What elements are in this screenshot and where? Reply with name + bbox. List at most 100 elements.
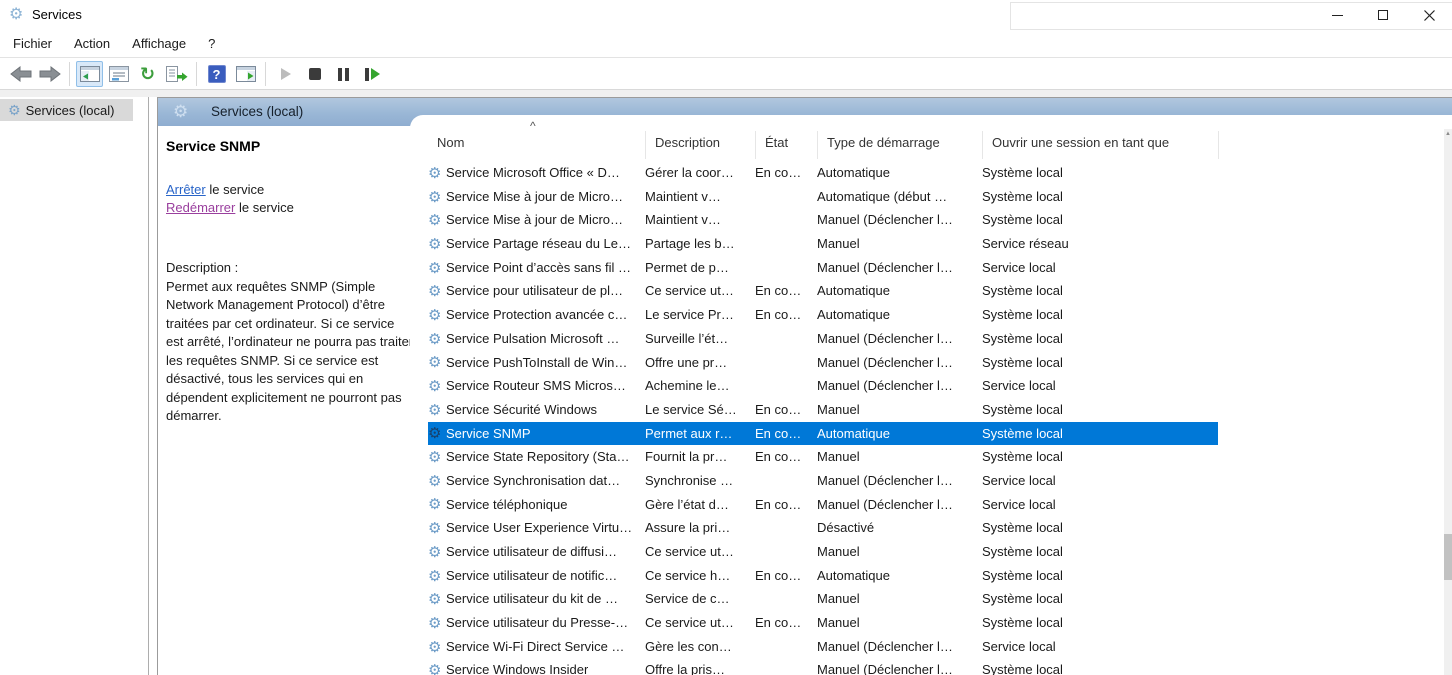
services-gear-icon: ⚙	[173, 102, 188, 122]
service-name: Service utilisateur de notific…	[446, 564, 617, 588]
start-service-icon[interactable]	[272, 61, 299, 87]
menu-fichier[interactable]: Fichier	[2, 32, 63, 55]
table-row[interactable]: ⚙Service utilisateur de notific…Ce servi…	[428, 564, 1218, 588]
table-row[interactable]: ⚙Service Wi-Fi Direct Service …Gère les …	[428, 635, 1218, 659]
tree-item-services-local[interactable]: ⚙Services (local)	[0, 99, 133, 121]
table-row[interactable]: ⚙Service Microsoft Office « D…Gérer la c…	[428, 161, 1218, 185]
service-gear-icon: ⚙	[428, 614, 446, 632]
table-row[interactable]: ⚙Service Synchronisation dat…Synchronise…	[428, 469, 1218, 493]
table-row[interactable]: ⚙Service Mise à jour de Micro…Maintient …	[428, 185, 1218, 209]
service-gear-icon: ⚙	[428, 543, 446, 561]
refresh-icon[interactable]: ↻	[134, 61, 161, 87]
close-button[interactable]	[1406, 0, 1452, 30]
main-panel: ⚙ Services (local) Service SNMP Arrêter …	[157, 97, 1452, 675]
service-gear-icon: ⚙	[428, 164, 446, 182]
service-gear-icon: ⚙	[428, 448, 446, 466]
description-label: Description :	[166, 259, 414, 278]
table-row[interactable]: ⚙Service Protection avancée c…Le service…	[428, 303, 1218, 327]
menu-affichage[interactable]: Affichage	[121, 32, 197, 55]
column-header-ouvrir-session[interactable]: Ouvrir une session en tant que	[992, 135, 1169, 150]
service-name: Service téléphonique	[446, 493, 567, 517]
title-bar: ⚙ Services	[0, 0, 1452, 30]
table-row-selected[interactable]: ⚙Service SNMPPermet aux r…En co…Automati…	[428, 422, 1218, 446]
service-gear-icon: ⚙	[428, 377, 446, 395]
stop-service-link[interactable]: Arrêter	[166, 182, 206, 197]
service-name: Service Pulsation Microsoft …	[446, 327, 619, 351]
service-name: Service State Repository (Sta…	[446, 445, 630, 469]
properties-icon[interactable]	[105, 61, 132, 87]
table-row[interactable]: ⚙Service Partage réseau du Le…Partage le…	[428, 232, 1218, 256]
menu-bar: Fichier Action Affichage ?	[0, 30, 1452, 58]
description-text: Permet aux requêtes SNMP (Simple Network…	[166, 278, 414, 426]
minimize-button[interactable]	[1314, 0, 1360, 30]
table-row[interactable]: ⚙Service téléphoniqueGère l’état d…En co…	[428, 493, 1218, 517]
column-header-nom[interactable]: Nom	[437, 135, 464, 150]
table-row[interactable]: ⚙Service utilisateur de diffusi…Ce servi…	[428, 540, 1218, 564]
maximize-button[interactable]	[1360, 0, 1406, 30]
service-description: Description : Permet aux requêtes SNMP (…	[166, 259, 414, 426]
table-row[interactable]: ⚙Service Mise à jour de Micro…Maintient …	[428, 208, 1218, 232]
content-top-strip	[0, 90, 1452, 97]
table-row[interactable]: ⚙Service utilisateur du Presse-…Ce servi…	[428, 611, 1218, 635]
close-icon	[1424, 10, 1435, 21]
table-row[interactable]: ⚙Service Pulsation Microsoft …Surveille …	[428, 327, 1218, 351]
selected-service-title: Service SNMP	[166, 138, 411, 154]
forward-arrow-icon[interactable]	[36, 61, 63, 87]
help-icon[interactable]: ?	[203, 61, 230, 87]
export-list-icon[interactable]	[163, 61, 190, 87]
table-row[interactable]: ⚙Service Routeur SMS Micros…Achemine le……	[428, 374, 1218, 398]
toolbar: ↻ ?	[0, 59, 1452, 90]
table-row[interactable]: ⚙Service Sécurité WindowsLe service Sé…E…	[428, 398, 1218, 422]
band-title: Services (local)	[211, 104, 303, 119]
services-gear-icon: ⚙	[0, 102, 26, 118]
services-list-panel: ^ Nom Description État Type de démarrage…	[410, 115, 1452, 675]
service-gear-icon: ⚙	[428, 259, 446, 277]
maximize-icon	[1378, 10, 1388, 20]
service-name: Service utilisateur du kit de …	[446, 587, 618, 611]
column-header-etat[interactable]: État	[765, 135, 788, 150]
show-console-tree-icon[interactable]	[76, 61, 103, 87]
service-gear-icon: ⚙	[428, 330, 446, 348]
service-detail-pane: Service SNMP Arrêter le service Redémarr…	[158, 126, 411, 675]
service-name: Service Sécurité Windows	[446, 398, 597, 422]
service-gear-icon: ⚙	[428, 661, 446, 675]
toolbar-separator	[69, 62, 70, 86]
table-row[interactable]: ⚙Service utilisateur du kit de …Service …	[428, 587, 1218, 611]
service-name: Service utilisateur du Presse-…	[446, 611, 628, 635]
services-app-icon: ⚙	[9, 4, 23, 24]
restart-service-link[interactable]: Redémarrer	[166, 200, 235, 215]
table-row[interactable]: ⚙Service User Experience Virtu…Assure la…	[428, 516, 1218, 540]
pause-service-icon[interactable]	[330, 61, 357, 87]
services-mmc-window: { "window": { "title": "Services", "cont…	[0, 0, 1452, 675]
stop-service-icon[interactable]	[301, 61, 328, 87]
table-row[interactable]: ⚙Service State Repository (Sta…Fournit l…	[428, 445, 1218, 469]
service-name: Service SNMP	[446, 422, 531, 446]
restart-service-line: Redémarrer le service	[166, 199, 411, 217]
menu-help[interactable]: ?	[197, 32, 226, 55]
column-header-type-demarrage[interactable]: Type de démarrage	[827, 135, 940, 150]
table-row[interactable]: ⚙Service Windows InsiderOffre la pris…Ma…	[428, 658, 1218, 675]
table-row[interactable]: ⚙Service pour utilisateur de pl…Ce servi…	[428, 279, 1218, 303]
restart-service-icon[interactable]	[359, 61, 386, 87]
scrollbar-thumb[interactable]	[1444, 534, 1452, 580]
show-action-pane-icon[interactable]	[232, 61, 259, 87]
vertical-scrollbar[interactable]: ▲	[1444, 129, 1452, 675]
menu-action[interactable]: Action	[63, 32, 121, 55]
minimize-icon	[1332, 15, 1343, 16]
service-gear-icon: ⚙	[428, 211, 446, 229]
service-name: Service Wi-Fi Direct Service …	[446, 635, 624, 659]
service-gear-icon: ⚙	[428, 472, 446, 490]
table-row[interactable]: ⚙Service PushToInstall de Win…Offre une …	[428, 351, 1218, 375]
service-name: Service Protection avancée c…	[446, 303, 627, 327]
service-gear-icon: ⚙	[428, 567, 446, 585]
table-row[interactable]: ⚙Service Point d’accès sans fil …Permet …	[428, 256, 1218, 280]
column-header-description[interactable]: Description	[655, 135, 720, 150]
scroll-up-icon: ▲	[1445, 131, 1451, 137]
service-name: Service PushToInstall de Win…	[446, 351, 627, 375]
service-name: Service Synchronisation dat…	[446, 469, 620, 493]
content-area: ⚙Services (local) ⚙ Services (local) Ser…	[0, 90, 1452, 675]
toolbar-separator	[265, 62, 266, 86]
service-name: Service pour utilisateur de pl…	[446, 279, 623, 303]
service-name: Service utilisateur de diffusi…	[446, 540, 617, 564]
back-arrow-icon[interactable]	[7, 61, 34, 87]
